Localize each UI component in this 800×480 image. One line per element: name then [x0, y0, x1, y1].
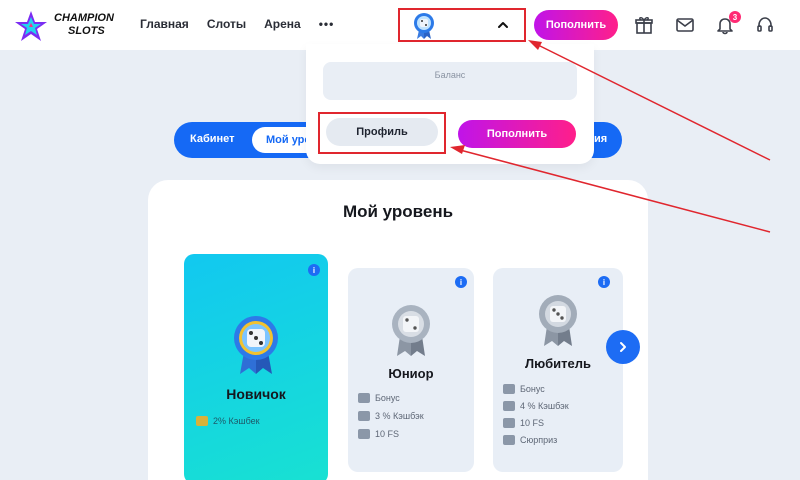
nav-slots[interactable]: Слоты	[207, 17, 246, 31]
perk-item: Бонус	[503, 384, 545, 394]
cashback-icon	[358, 411, 370, 421]
bonus-icon	[503, 384, 515, 394]
nav-more-button[interactable]: •••	[319, 17, 335, 31]
perk-label: 10 FS	[375, 429, 400, 439]
surprise-icon	[503, 435, 515, 445]
cashback-icon	[196, 416, 208, 426]
free-spins-icon	[503, 418, 515, 428]
star-logo-icon	[15, 11, 47, 41]
top-header: CHAMPION SLOTS Главная Слоты Арена ••• П…	[0, 0, 800, 50]
perk-item: 4 % Кэшбэк	[503, 401, 569, 411]
novice-medal-icon	[234, 316, 278, 374]
level-name: Любитель	[525, 356, 591, 371]
logo-line-1: CHAMPION	[54, 12, 114, 24]
perk-item: Бонус	[358, 393, 400, 403]
next-level-button[interactable]	[606, 330, 640, 364]
perk-item: 2% Кэшбек	[196, 416, 260, 426]
info-icon[interactable]: i	[455, 276, 467, 288]
level-card-novice[interactable]: i Новичок 2% Кэшбек	[184, 254, 328, 480]
perk-label: Бонус	[375, 393, 400, 403]
perk-label: 2% Кэшбек	[213, 416, 260, 426]
perk-item: 10 FS	[358, 429, 399, 439]
user-menu-toggle[interactable]	[398, 8, 526, 42]
site-logo[interactable]: CHAMPION SLOTS	[14, 9, 124, 43]
perk-label: Бонус	[520, 384, 545, 394]
perk-label: Сюрприз	[520, 435, 558, 445]
balance-field: Баланс	[323, 62, 577, 100]
tab-partial-label[interactable]: ия	[594, 133, 607, 145]
balance-label: Баланс	[434, 70, 466, 80]
user-dropdown-panel: Баланс Профиль Пополнить	[306, 44, 594, 164]
logo-text: CHAMPION SLOTS	[54, 12, 114, 38]
gift-icon[interactable]	[634, 15, 654, 35]
dropdown-topup-button[interactable]: Пополнить	[458, 120, 576, 148]
chevron-right-icon	[620, 342, 626, 352]
junior-medal-icon	[392, 305, 430, 356]
perk-label: 10 FS	[520, 418, 545, 428]
tab-cabinet[interactable]: Кабинет	[190, 133, 235, 145]
free-spins-icon	[358, 429, 370, 439]
chevron-up-icon	[498, 22, 508, 28]
my-level-card: Мой уровень i Новичок 2% Кэшбек i Юниор …	[148, 180, 648, 480]
profile-button[interactable]: Профиль	[326, 118, 438, 146]
nav-home[interactable]: Главная	[140, 17, 189, 31]
support-headset-icon[interactable]	[755, 15, 775, 35]
perk-label: 3 % Кэшбэк	[375, 411, 424, 421]
perk-item: 10 FS	[503, 418, 544, 428]
info-icon[interactable]: i	[598, 276, 610, 288]
amateur-medal-icon	[539, 295, 577, 346]
profile-highlight: Профиль	[318, 112, 446, 154]
level-card-junior[interactable]: i Юниор Бонус 3 % Кэшбэк 10 FS	[348, 268, 474, 472]
notification-badge: 3	[729, 11, 741, 23]
cashback-icon	[503, 401, 515, 411]
mail-icon[interactable]	[675, 15, 695, 35]
perk-item: 3 % Кэшбэк	[358, 411, 424, 421]
perk-label: 4 % Кэшбэк	[520, 401, 569, 411]
info-icon[interactable]: i	[308, 264, 320, 276]
bonus-icon	[358, 393, 370, 403]
level-name: Юниор	[388, 366, 434, 381]
page-title: Мой уровень	[342, 202, 454, 221]
topup-button[interactable]: Пополнить	[534, 10, 618, 40]
level-avatar-icon	[414, 13, 434, 39]
main-nav: Главная Слоты Арена •••	[140, 17, 334, 31]
perk-item: Сюрприз	[503, 435, 557, 445]
level-card-amateur[interactable]: i Любитель Бонус 4 % Кэшбэк 10 FS Сюрпри…	[493, 268, 623, 472]
logo-line-2: SLOTS	[68, 25, 105, 37]
level-name: Новичок	[226, 386, 286, 402]
nav-arena[interactable]: Арена	[264, 17, 301, 31]
